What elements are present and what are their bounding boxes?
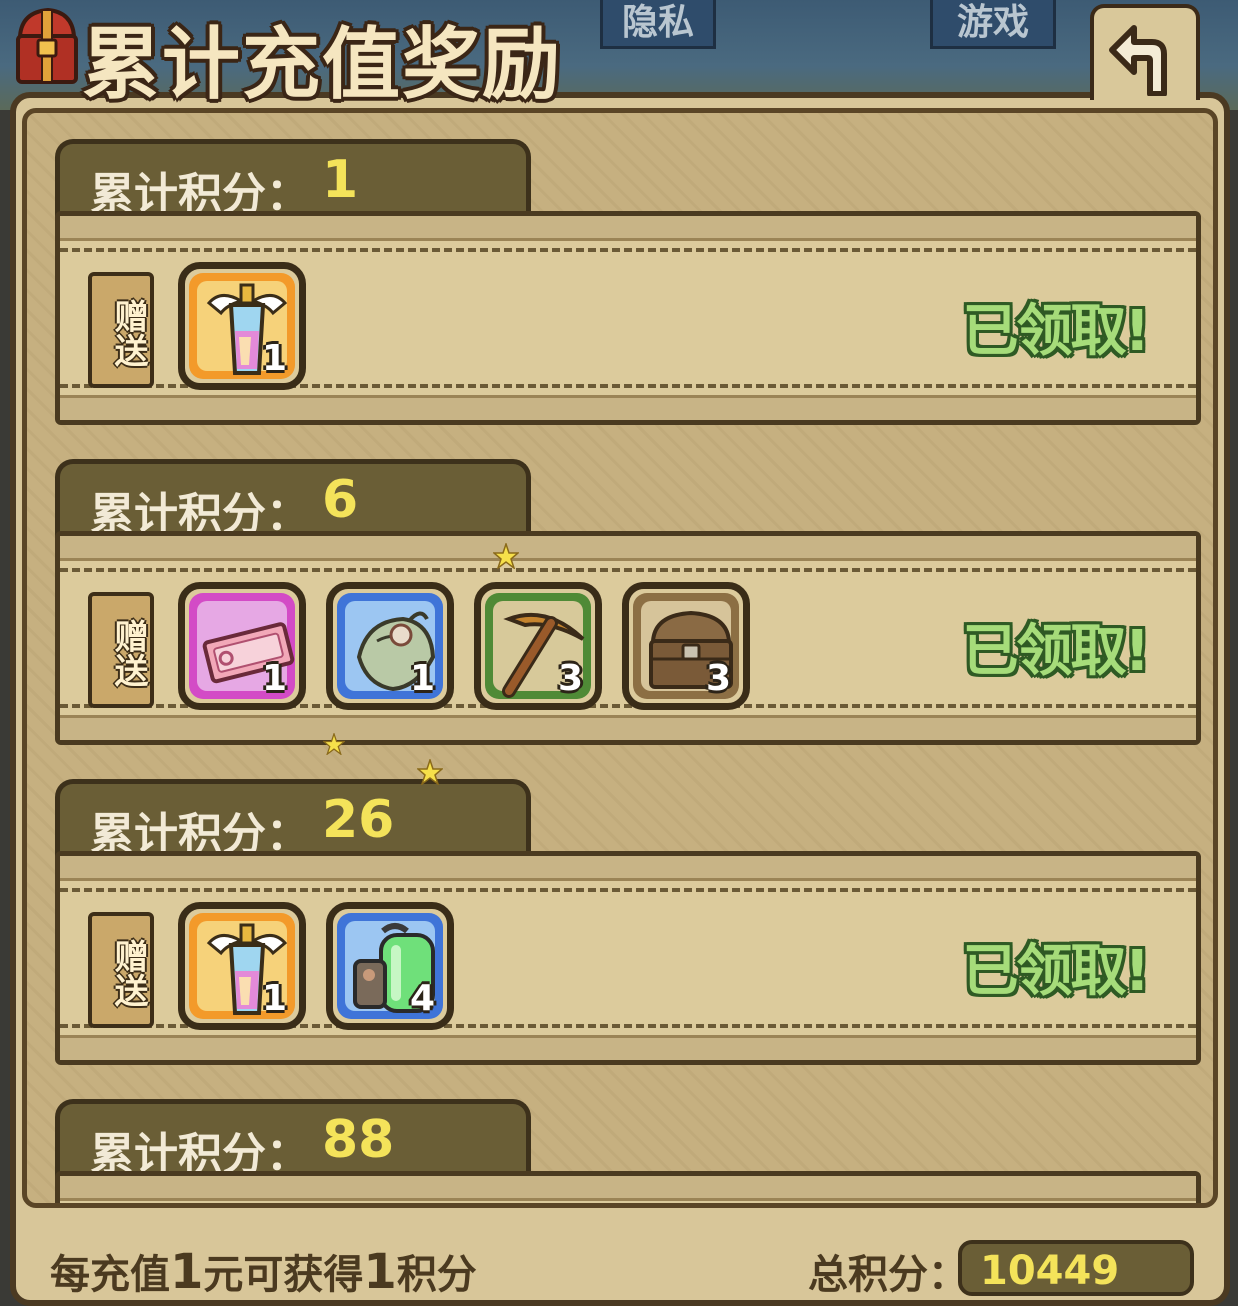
gift-badge: 赠送 (88, 912, 154, 1028)
reward-count: 1 (261, 978, 287, 1019)
tier-points-value: 6 (322, 470, 359, 530)
total-points-label: 总积分： (808, 1252, 968, 1298)
reward-count: 3 (557, 658, 583, 699)
claimed-status: 已领取! (962, 619, 1150, 684)
reward-item-green-canister[interactable]: 4 (326, 902, 454, 1030)
back-arrow-icon (1109, 25, 1167, 96)
reward-count: 4 (409, 978, 435, 1019)
reward-tier: 累计积分： 26 赠送 1 4 已领取! (55, 779, 1203, 1079)
tier-header: 累计积分： 26 (55, 779, 531, 860)
reward-count: 1 (261, 658, 287, 699)
tier-points-value: 88 (322, 1110, 395, 1170)
reward-item-winged-potion[interactable]: 1 (178, 902, 306, 1030)
claimed-status: 已领取! (962, 299, 1150, 364)
back-button[interactable] (1090, 4, 1200, 100)
sparkle-star-icon (417, 759, 443, 785)
reward-count: 3 (705, 658, 731, 699)
panel-footer: 每充值1元可获得1积分 总积分： 10449 (22, 1222, 1218, 1302)
reward-tier: 累计积分： 1 赠送 1 已领取! (55, 139, 1203, 439)
reward-item-winged-potion[interactable]: 1 (178, 262, 306, 390)
reward-tier: 累计积分： 88 (55, 1099, 1203, 1203)
tier-body: 赠送 1 (55, 851, 1201, 1065)
tier-body (55, 1171, 1201, 1203)
tier-header: 累计积分： 6 (55, 459, 531, 540)
total-points-value: 10449 (980, 1248, 1120, 1294)
sparkle-star-icon (323, 733, 345, 755)
tier-points-value: 1 (322, 150, 359, 210)
tier-body: 赠送 1 (55, 531, 1201, 745)
sparkle-star-icon (493, 543, 519, 569)
total-points-box: 10449 (958, 1240, 1194, 1296)
tier-header: 累计积分： 88 (55, 1099, 531, 1180)
reward-list[interactable]: 累计积分： 1 赠送 1 已领取! 累计积分： 6 赠送 1 1 3 3 已领取… (22, 108, 1218, 1208)
claimed-status: 已领取! (962, 939, 1150, 1004)
gift-badge: 赠送 (88, 592, 154, 708)
tier-header: 累计积分： 1 (55, 139, 531, 220)
background-tab-games: 游戏 (930, 0, 1056, 49)
recharge-rule-note: 每充值1元可获得1积分 (50, 1244, 477, 1300)
page-title: 累计充值奖励 (82, 19, 563, 110)
treasure-chest-icon (14, 6, 80, 88)
reward-count: 1 (409, 658, 435, 699)
reward-tier: 累计积分： 6 赠送 1 1 3 3 已领取! (55, 459, 1203, 759)
reward-item-treasure-chest[interactable]: 3 (622, 582, 750, 710)
panel-header: 累计充值奖励 (0, 0, 700, 110)
reward-count: 1 (261, 338, 287, 379)
reward-item-pickaxe[interactable]: 3 (474, 582, 602, 710)
reward-item-ticket[interactable]: 1 (178, 582, 306, 710)
tier-body: 赠送 1 已领取! (55, 211, 1201, 425)
tier-points-value: 26 (322, 790, 395, 850)
gift-badge: 赠送 (88, 272, 154, 388)
reward-item-seed-pod[interactable]: 1 (326, 582, 454, 710)
